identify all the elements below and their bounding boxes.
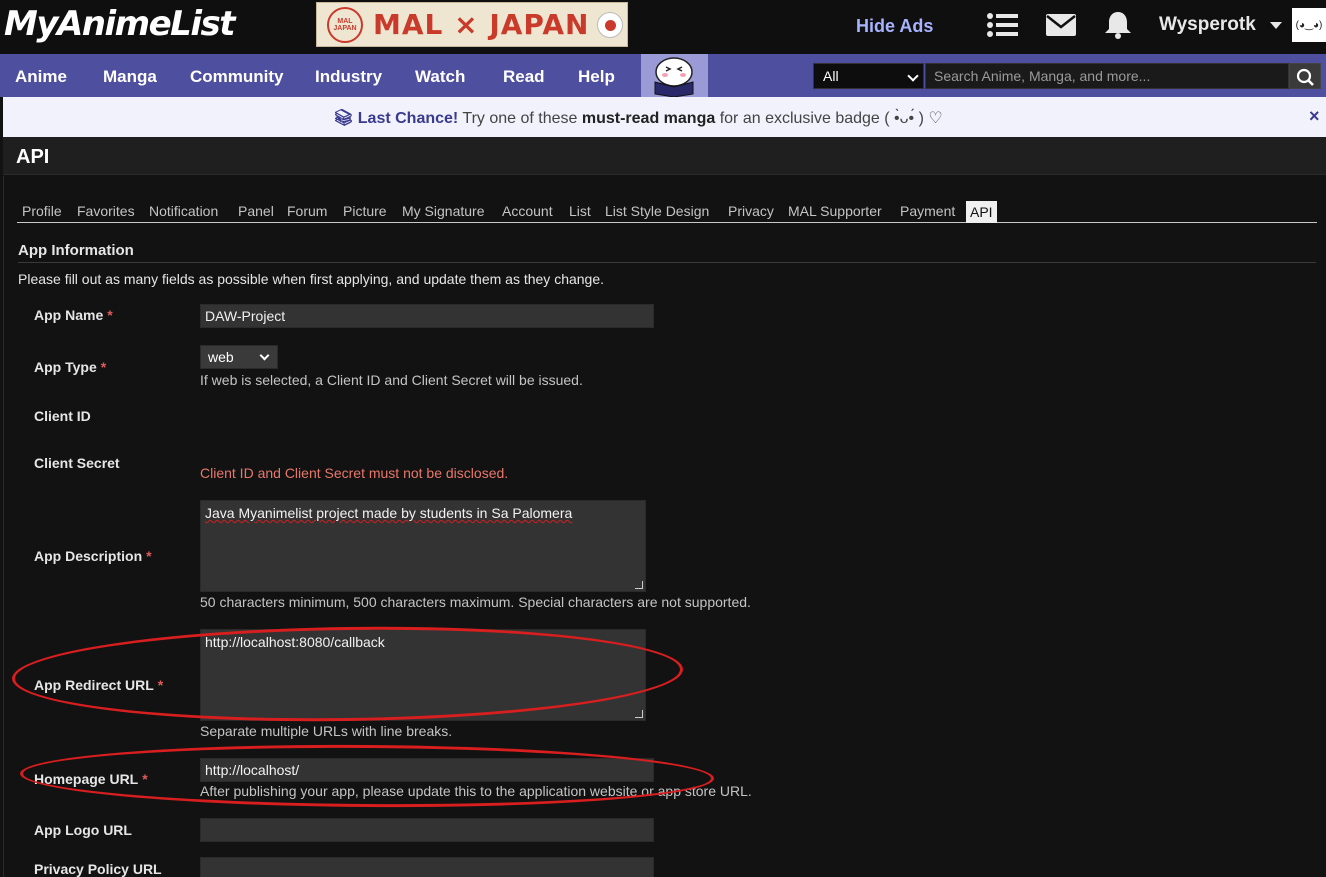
redirect-url-label: App Redirect URL * xyxy=(34,677,164,693)
resize-handle-icon[interactable] xyxy=(635,710,643,718)
app-type-select[interactable]: web xyxy=(200,345,278,369)
homepage-url-input[interactable] xyxy=(200,758,654,782)
resize-handle-icon[interactable] xyxy=(635,581,643,589)
promo-bar: 📚︎ Last Chance! Try one of these must-re… xyxy=(3,97,1326,137)
banner-text: MAL × JAPAN xyxy=(373,8,590,41)
redirect-url-value: http://localhost:8080/callback xyxy=(205,634,385,650)
logo-url-input[interactable] xyxy=(200,818,654,842)
notification-bell-icon[interactable] xyxy=(1101,10,1135,40)
section-title: App Information xyxy=(18,242,134,259)
app-name-input[interactable] xyxy=(200,304,654,328)
settings-tabs: Profile Favorites Notification Panel For… xyxy=(17,201,1317,223)
tab-api[interactable]: API xyxy=(966,201,997,223)
tab-list-style-design[interactable]: List Style Design xyxy=(605,203,709,219)
username-menu[interactable]: Wysperotk xyxy=(1159,14,1256,36)
search-icon xyxy=(1296,68,1314,86)
privacy-url-label: Privacy Policy URL xyxy=(34,861,162,877)
search-input[interactable] xyxy=(925,63,1289,89)
list-icon[interactable] xyxy=(986,10,1020,40)
nav-watch[interactable]: Watch xyxy=(415,67,465,87)
tab-forum[interactable]: Forum xyxy=(287,203,327,219)
redirect-url-textarea[interactable]: http://localhost:8080/callback xyxy=(200,629,646,721)
app-type-hint: If web is selected, a Client ID and Clie… xyxy=(200,372,583,388)
banner-seal-icon: MAL JAPAN xyxy=(327,6,363,43)
redirect-url-hint: Separate multiple URLs with line breaks. xyxy=(200,723,453,739)
promo-message[interactable]: 📚︎ Last Chance! Try one of these must-re… xyxy=(333,108,943,128)
page-header: API xyxy=(3,137,1326,175)
app-type-value: web xyxy=(208,349,234,365)
nav-read[interactable]: Read xyxy=(503,67,545,87)
nav-help[interactable]: Help xyxy=(578,67,615,87)
tab-my-signature[interactable]: My Signature xyxy=(402,203,484,219)
mail-icon[interactable] xyxy=(1044,10,1078,40)
japan-flag-icon xyxy=(597,11,624,38)
search-scope-value: All xyxy=(823,68,839,84)
logo-url-label: App Logo URL xyxy=(34,822,132,838)
app-type-label: App Type * xyxy=(34,359,107,375)
form-intro: Please fill out as many fields as possib… xyxy=(18,271,605,287)
promo-text-1: Try one of these xyxy=(462,110,578,127)
nav-industry[interactable]: Industry xyxy=(315,67,382,87)
tab-favorites[interactable]: Favorites xyxy=(77,203,135,219)
tab-profile[interactable]: Profile xyxy=(22,203,62,219)
client-secret-warning: Client ID and Client Secret must not be … xyxy=(200,465,509,481)
app-description-hint: 50 characters minimum, 500 characters ma… xyxy=(200,594,751,610)
nav-anime[interactable]: Anime xyxy=(15,67,67,87)
nav-manga[interactable]: Manga xyxy=(103,67,157,87)
chevron-down-icon xyxy=(259,350,270,361)
tab-payment[interactable]: Payment xyxy=(900,203,955,219)
chevron-down-icon xyxy=(907,70,919,82)
client-secret-label: Client Secret xyxy=(34,455,120,471)
promo-text-2: for an exclusive badge ( •̀ᴗ•́ ) ♡ xyxy=(719,110,943,127)
app-description-textarea[interactable]: Java Myanimelist project made by student… xyxy=(200,500,646,592)
books-icon: 📚︎ xyxy=(333,110,354,127)
main-nav: Anime Manga Community Industry Watch Rea… xyxy=(0,54,1326,98)
hide-ads-link[interactable]: Hide Ads xyxy=(856,16,933,37)
tab-list[interactable]: List xyxy=(569,203,591,219)
homepage-url-label: Homepage URL * xyxy=(34,771,148,787)
close-icon[interactable]: × xyxy=(1309,106,1320,127)
nav-community[interactable]: Community xyxy=(190,67,284,87)
top-header: MyAnimeList MAL JAPAN MAL × JAPAN Hide A… xyxy=(0,0,1326,54)
tab-panel[interactable]: Panel xyxy=(238,203,274,219)
page-title: API xyxy=(16,146,50,168)
app-name-label: App Name * xyxy=(34,307,113,323)
divider xyxy=(18,262,1316,263)
tab-notification[interactable]: Notification xyxy=(149,203,218,219)
promo-highlight: must-read manga xyxy=(581,110,716,127)
client-id-label: Client ID xyxy=(34,408,91,424)
tab-picture[interactable]: Picture xyxy=(343,203,387,219)
search-scope-select[interactable]: All xyxy=(813,63,924,89)
chevron-down-icon[interactable] xyxy=(1270,22,1282,29)
app-description-value: Java Myanimelist project made by student… xyxy=(205,505,573,521)
avatar[interactable]: (◕‿◕) xyxy=(1292,8,1326,42)
main-content: Profile Favorites Notification Panel For… xyxy=(3,176,1326,877)
search-button[interactable] xyxy=(1289,63,1321,89)
site-logo[interactable]: MyAnimeList xyxy=(4,4,235,44)
app-description-label: App Description * xyxy=(34,548,152,564)
homepage-url-hint: After publishing your app, please update… xyxy=(200,783,752,799)
privacy-url-input[interactable] xyxy=(200,857,654,877)
tab-account[interactable]: Account xyxy=(502,203,553,219)
tab-privacy[interactable]: Privacy xyxy=(728,203,774,219)
mascot-reading-icon[interactable] xyxy=(641,54,708,98)
tab-mal-supporter[interactable]: MAL Supporter xyxy=(788,203,882,219)
promo-banner[interactable]: MAL JAPAN MAL × JAPAN xyxy=(316,2,628,47)
promo-lead: Last Chance! xyxy=(357,110,459,127)
